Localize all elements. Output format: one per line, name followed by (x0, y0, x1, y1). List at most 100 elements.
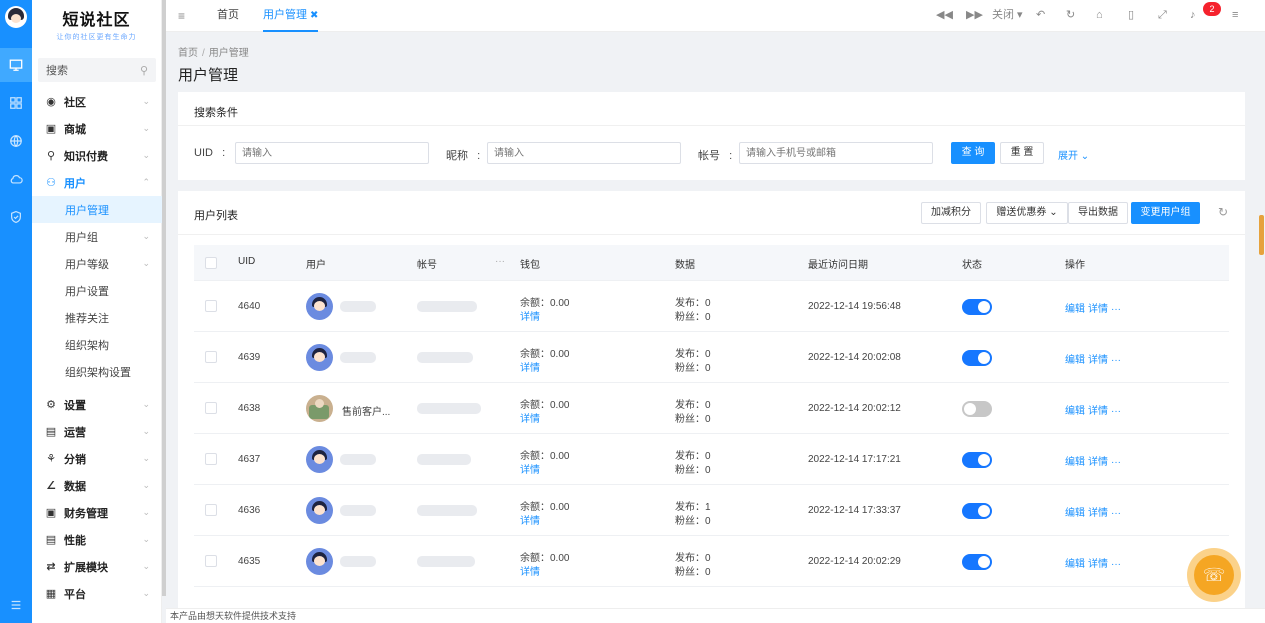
menu-item-user-group[interactable]: 用户组 ⌄ (32, 223, 162, 250)
refresh-icon[interactable]: ↻ (1218, 205, 1228, 219)
status-toggle[interactable] (962, 503, 992, 519)
row-checkbox[interactable] (205, 300, 217, 312)
detail-link[interactable]: 详情 (1088, 304, 1108, 315)
more-actions-icon[interactable]: ··· (1111, 508, 1121, 519)
uid-input[interactable] (235, 142, 429, 164)
menu-item-knowledge[interactable]: ⚲ 知识付费 ⌄ (32, 142, 162, 169)
globe-icon[interactable] (0, 124, 32, 158)
monitor-icon[interactable] (0, 48, 32, 82)
account-input[interactable] (739, 142, 933, 164)
tab-user-management[interactable]: 用户管理 ✖ (263, 0, 319, 32)
expand-link[interactable]: 展开 ⌄ (1058, 147, 1089, 162)
row-checkbox[interactable] (205, 504, 217, 516)
send-coupon-button[interactable]: 赠送优惠券 ⌄ (986, 202, 1068, 224)
status-toggle[interactable] (962, 452, 992, 468)
edit-link[interactable]: 编辑 (1065, 304, 1085, 315)
menu-item-user-settings[interactable]: 用户设置 (32, 277, 162, 304)
close-tabs-dropdown[interactable]: 关闭 ▾ (992, 0, 1023, 32)
edit-link[interactable]: 编辑 (1065, 457, 1085, 468)
menu-item-user-level[interactable]: 用户等级 ⌄ (32, 250, 162, 277)
edit-link[interactable]: 编辑 (1065, 355, 1085, 366)
menu-item-performance[interactable]: ▤ 性能 ⌄ (32, 526, 162, 553)
refresh-icon[interactable]: ↻ (1066, 0, 1075, 32)
menu-item-org-structure[interactable]: 组织架构 (32, 331, 162, 358)
more-actions-icon[interactable]: ··· (1111, 457, 1121, 468)
query-button[interactable]: 查 询 (951, 142, 995, 164)
wallet-detail-link[interactable]: 详情 (520, 308, 540, 323)
menu-item-users[interactable]: ⚇ 用户 ⌃ (32, 169, 162, 196)
detail-link[interactable]: 详情 (1088, 559, 1108, 570)
menu-item-settings[interactable]: ⚙ 设置 ⌄ (32, 391, 162, 418)
more-actions-icon[interactable]: ··· (1111, 406, 1121, 417)
doc-icon: ▤ (45, 534, 57, 546)
detail-link[interactable]: 详情 (1088, 406, 1108, 417)
reset-button[interactable]: 重 置 (1000, 142, 1044, 164)
detail-link[interactable]: 详情 (1088, 457, 1108, 468)
apps-icon[interactable] (0, 86, 32, 120)
menu-item-distribution[interactable]: ⚘ 分销 ⌄ (32, 445, 162, 472)
wallet-detail-link[interactable]: 详情 (520, 512, 540, 527)
breadcrumb-home[interactable]: 首页 (178, 48, 198, 59)
mobile-icon[interactable]: ▯ (1128, 0, 1134, 32)
row-checkbox[interactable] (205, 402, 217, 414)
menu-search-input[interactable]: 搜索 ⚲ (38, 58, 156, 82)
menu-item-finance[interactable]: ▣ 财务管理 ⌄ (32, 499, 162, 526)
edit-link[interactable]: 编辑 (1065, 508, 1085, 519)
bell-icon[interactable]: ♪ (1190, 0, 1196, 32)
chevron-down-icon: ⌄ (142, 231, 150, 241)
more-menu-icon[interactable]: ≡ (1232, 0, 1238, 32)
menu-item-recommend-follow[interactable]: 推荐关注 (32, 304, 162, 331)
menu-item-operations[interactable]: ▤ 运营 ⌄ (32, 418, 162, 445)
row-checkbox[interactable] (205, 351, 217, 363)
sidebar-scrollbar[interactable] (162, 0, 166, 596)
brand-logo[interactable]: 短说社区 让你的社区更有生命力 (32, 0, 161, 48)
menu-item-org-settings[interactable]: 组织架构设置 (32, 358, 162, 385)
row-checkbox[interactable] (205, 555, 217, 567)
menu-item-shop[interactable]: ▣ 商城 ⌄ (32, 115, 162, 142)
detail-link[interactable]: 详情 (1088, 508, 1108, 519)
close-tab-icon[interactable]: ✖ (310, 10, 318, 21)
more-actions-icon[interactable]: ··· (1111, 559, 1121, 570)
menu-toggle-icon[interactable] (0, 588, 32, 622)
scroll-right-icon[interactable]: ▶▶ (966, 0, 983, 32)
home-icon[interactable]: ⌂ (1096, 0, 1103, 32)
export-data-button[interactable]: 导出数据 (1068, 202, 1128, 224)
submenu-label: 组织架构 (65, 339, 109, 352)
detail-link[interactable]: 详情 (1088, 355, 1108, 366)
wallet-detail-link[interactable]: 详情 (520, 410, 540, 425)
edit-link[interactable]: 编辑 (1065, 559, 1085, 570)
status-toggle[interactable] (962, 299, 992, 315)
status-toggle[interactable] (962, 350, 992, 366)
redacted-username (340, 301, 376, 312)
menu-item-data[interactable]: ∠ 数据 ⌄ (32, 472, 162, 499)
status-toggle[interactable] (962, 401, 992, 417)
tab-label: 首页 (217, 9, 239, 21)
scroll-left-icon[interactable]: ◀◀ (936, 0, 953, 32)
change-group-button[interactable]: 变更用户组 (1131, 202, 1200, 224)
row-checkbox[interactable] (205, 453, 217, 465)
main-scrollbar[interactable] (1259, 215, 1264, 255)
column-more-icon[interactable]: ··· (495, 256, 505, 267)
cloud-icon[interactable] (0, 162, 32, 196)
wallet-detail-link[interactable]: 详情 (520, 563, 540, 578)
edit-link[interactable]: 编辑 (1065, 406, 1085, 417)
fullscreen-icon[interactable]: ⤢ (1158, 0, 1167, 32)
more-actions-icon[interactable]: ··· (1111, 304, 1121, 315)
menu-item-community[interactable]: ◉ 社区 ⌄ (32, 88, 162, 115)
collapse-menu-icon[interactable]: ≡ (178, 9, 185, 23)
menu-item-user-management[interactable]: 用户管理 (32, 196, 162, 223)
adjust-points-button[interactable]: 加减积分 (921, 202, 981, 224)
exit-icon[interactable]: ↶ (1036, 0, 1045, 32)
menu-item-extensions[interactable]: ⇄ 扩展模块 ⌄ (32, 553, 162, 580)
menu-item-platform[interactable]: ▦ 平台 ⌄ (32, 580, 162, 607)
tab-home[interactable]: 首页 (217, 0, 239, 32)
nickname-input[interactable] (487, 142, 681, 164)
more-actions-icon[interactable]: ··· (1111, 355, 1121, 366)
select-all-checkbox[interactable] (205, 257, 217, 269)
status-toggle[interactable] (962, 554, 992, 570)
wallet-detail-link[interactable]: 详情 (520, 359, 540, 374)
shield-icon[interactable] (0, 200, 32, 234)
admin-avatar[interactable] (5, 6, 27, 28)
wallet-detail-link[interactable]: 详情 (520, 461, 540, 476)
customer-service-button[interactable]: ☏ (1187, 548, 1241, 602)
